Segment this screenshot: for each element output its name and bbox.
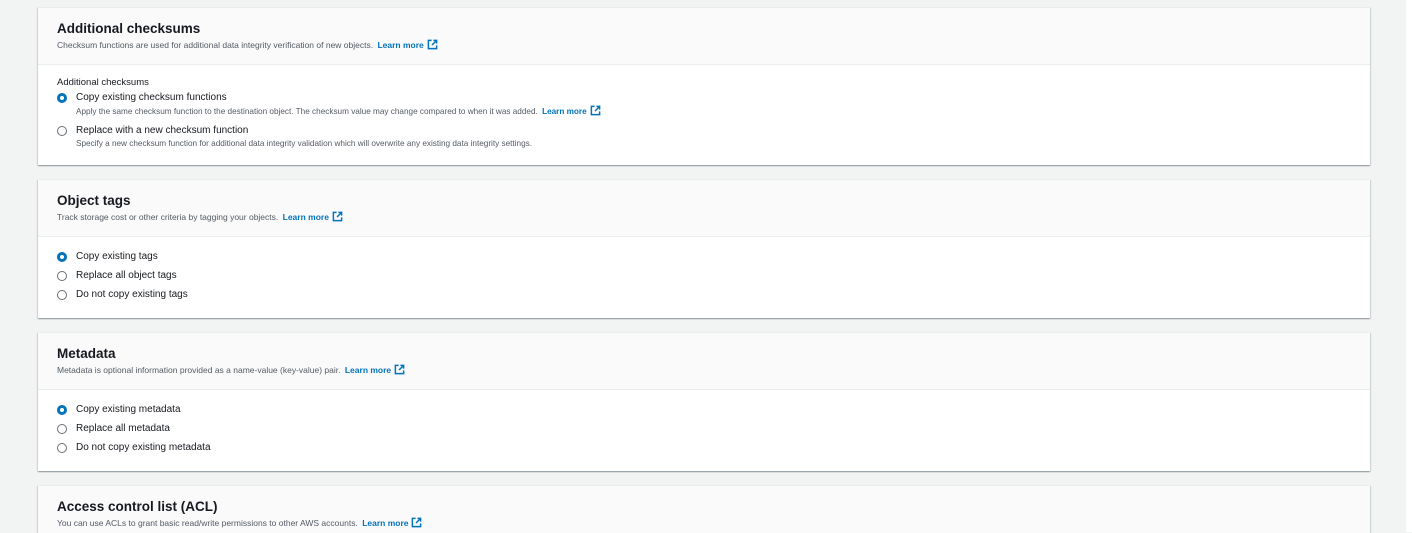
radio-description: Specify a new checksum function for addi… [76,139,533,148]
field-label: Additional checksums [57,77,149,88]
radio-option-no-copy-tags[interactable]: Do not copy existing tags [57,288,1351,302]
panel-title: Additional checksums [57,21,201,36]
panel-description: Track storage cost or other criteria by … [57,211,1351,223]
radio-option-replace-checksum[interactable]: Replace with a new checksum function Spe… [57,124,1351,149]
radio-option-copy-metadata[interactable]: Copy existing metadata [57,403,1351,417]
description-text: Track storage cost or other criteria by … [57,212,279,222]
radio-checked-icon[interactable] [57,405,67,415]
description-text: You can use ACLs to grant basic read/wri… [57,518,358,528]
external-link-icon[interactable] [411,517,422,528]
radio-option-replace-tags[interactable]: Replace all object tags [57,269,1351,283]
radio-label: Copy existing tags [76,251,158,262]
panel-description: You can use ACLs to grant basic read/wri… [57,517,1351,529]
additional-checksums-panel: Additional checksums Checksum functions … [38,7,1370,165]
acl-panel: Access control list (ACL) You can use AC… [38,485,1370,533]
radio-unchecked-icon[interactable] [57,271,67,281]
metadata-body: Copy existing metadata Replace all metad… [38,390,1370,465]
metadata-header: Metadata Metadata is optional informatio… [38,333,1370,390]
metadata-panel: Metadata Metadata is optional informatio… [38,332,1370,471]
radio-option-no-copy-metadata[interactable]: Do not copy existing metadata [57,441,1351,455]
scrollbar-track[interactable] [1406,0,1412,532]
radio-unchecked-icon[interactable] [57,443,67,453]
external-link-icon[interactable] [332,211,343,222]
radio-checked-icon[interactable] [57,93,67,103]
external-link-icon[interactable] [427,39,438,50]
description-text: Checksum functions are used for addition… [57,40,374,50]
radio-description-text: Apply the same checksum function to the … [76,107,538,116]
radio-option-copy-checksum[interactable]: Copy existing checksum functions Apply t… [57,91,1351,117]
radio-label: Copy existing checksum functions [76,92,227,103]
radio-label: Replace all object tags [76,270,177,281]
panel-description: Metadata is optional information provide… [57,364,1351,376]
radio-label: Replace with a new checksum function [76,125,249,136]
radio-unchecked-icon[interactable] [57,290,67,300]
object-tags-header: Object tags Track storage cost or other … [38,180,1370,237]
radio-unchecked-icon[interactable] [57,424,67,434]
additional-checksums-header: Additional checksums Checksum functions … [38,8,1370,65]
panel-title: Access control list (ACL) [57,499,218,514]
object-tags-panel: Object tags Track storage cost or other … [38,179,1370,318]
learn-more-link[interactable]: Learn more [345,365,391,375]
radio-unchecked-icon[interactable] [57,126,67,136]
object-tags-body: Copy existing tags Replace all object ta… [38,237,1370,312]
panel-title: Metadata [57,346,116,361]
radio-checked-icon[interactable] [57,252,67,262]
learn-more-link[interactable]: Learn more [377,40,423,50]
radio-label: Copy existing metadata [76,404,181,415]
learn-more-link[interactable]: Learn more [283,212,329,222]
learn-more-link[interactable]: Learn more [542,107,587,116]
radio-description: Apply the same checksum function to the … [76,105,601,117]
learn-more-link[interactable]: Learn more [362,518,408,528]
panel-description: Checksum functions are used for addition… [57,39,1351,51]
radio-label: Replace all metadata [76,423,170,434]
radio-option-replace-metadata[interactable]: Replace all metadata [57,422,1351,436]
acl-header: Access control list (ACL) You can use AC… [38,486,1370,533]
external-link-icon[interactable] [590,105,601,116]
radio-label: Do not copy existing tags [76,289,188,300]
description-text: Metadata is optional information provide… [57,365,341,375]
radio-label: Do not copy existing metadata [76,442,211,453]
external-link-icon[interactable] [394,364,405,375]
panel-title: Object tags [57,193,131,208]
radio-option-copy-tags[interactable]: Copy existing tags [57,250,1351,264]
additional-checksums-body: Additional checksums Copy existing check… [38,65,1370,159]
